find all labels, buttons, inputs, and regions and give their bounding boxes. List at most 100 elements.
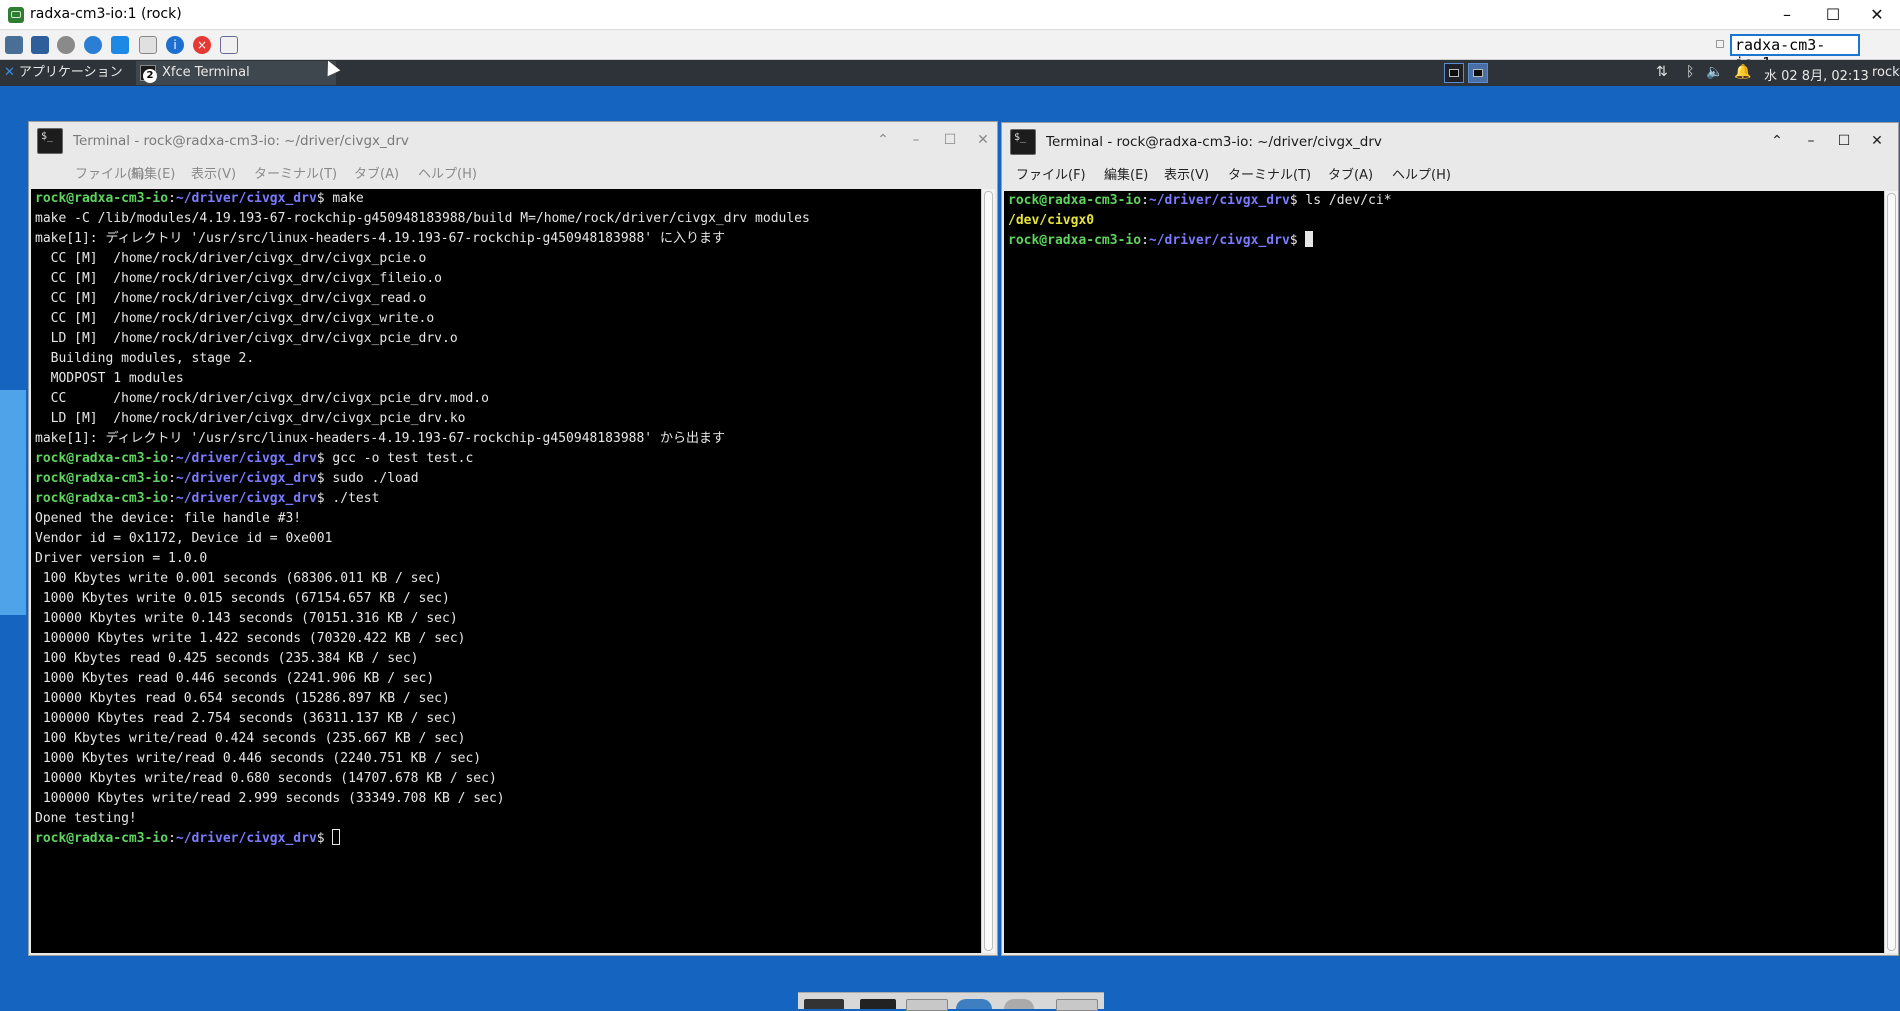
output-text: 100000 Kbytes write 1.422 seconds (70320… xyxy=(35,631,466,646)
terminal-menubar: ファイル(F) 編集(E) 表示(V) ターミナル(T) タブ(A) ヘルプ(H… xyxy=(1002,161,1898,183)
prompt-symbol: $ xyxy=(316,491,325,506)
keyboard-icon[interactable] xyxy=(139,36,157,54)
scrollbar-thumb[interactable] xyxy=(1887,193,1896,951)
terminal-line: make[1]: ディレクトリ '/usr/src/linux-headers-… xyxy=(35,229,981,249)
terminal-window-right[interactable]: $_ Terminal - rock@radxa-cm3-io: ~/drive… xyxy=(1001,122,1899,956)
prompt-symbol: $ xyxy=(316,451,325,466)
menu-view[interactable]: 表示(V) xyxy=(1164,164,1209,183)
command-text: gcc -o test test.c xyxy=(324,451,474,466)
vnc-window-title: radxa-cm3-io:1 (rock) xyxy=(30,6,182,22)
terminal-line: LD [M] /home/rock/driver/civgx_drv/civgx… xyxy=(35,329,981,349)
output-text: Vendor id = 0x1172, Device id = 0xe001 xyxy=(35,531,333,546)
prompt-user: rock@radxa-cm3-io xyxy=(35,491,169,506)
vnc-app-icon xyxy=(8,7,24,23)
bluetooth-icon[interactable]: ᛒ xyxy=(1686,64,1694,80)
workspace-1[interactable] xyxy=(1444,63,1464,83)
terminal-titlebar[interactable]: $_ Terminal - rock@radxa-cm3-io: ~/drive… xyxy=(1002,123,1898,161)
vnc-toolbar: i × xyxy=(0,30,1900,60)
taskbar-item-label: Xfce Terminal xyxy=(162,65,250,80)
close-button[interactable]: ✕ xyxy=(1868,132,1886,150)
output-text: make[1]: ディレクトリ '/usr/src/linux-headers-… xyxy=(35,231,725,246)
notification-bell-icon[interactable]: 🔔 xyxy=(1734,64,1751,80)
terminal-scrollbar[interactable] xyxy=(1884,191,1898,953)
command-text: ls /dev/ci* xyxy=(1297,193,1392,208)
prompt-path: ~/driver/civgx_drv xyxy=(175,191,317,206)
windows-key-icon[interactable] xyxy=(111,36,129,54)
terminal-scrollbar[interactable] xyxy=(981,189,995,953)
network-icon[interactable]: ⇅ xyxy=(1656,64,1668,80)
maximize-button[interactable]: ☐ xyxy=(941,131,959,149)
file-transfer-icon[interactable] xyxy=(220,36,238,54)
menu-tabs[interactable]: タブ(A) xyxy=(1328,164,1373,183)
terminal-title: Terminal - rock@radxa-cm3-io: ~/driver/c… xyxy=(1046,134,1382,150)
prompt-path: ~/driver/civgx_drv xyxy=(175,491,317,506)
info-icon[interactable]: i xyxy=(166,36,184,54)
menu-help[interactable]: ヘルプ(H) xyxy=(418,163,477,182)
dock-file-manager-icon[interactable] xyxy=(906,999,948,1011)
terminal-titlebar[interactable]: $_ Terminal - rock@radxa-cm3-io: ~/drive… xyxy=(29,122,997,160)
terminal-line: 100000 Kbytes read 2.754 seconds (36311.… xyxy=(35,709,981,729)
output-text: 100 Kbytes write/read 0.424 seconds (235… xyxy=(35,731,466,746)
terminal-window-left[interactable]: $_ Terminal - rock@radxa-cm3-io: ~/drive… xyxy=(28,121,998,956)
menu-edit[interactable]: 編集(E) xyxy=(1104,164,1148,183)
terminal-line: rock@radxa-cm3-io:~/driver/civgx_drv$ ./… xyxy=(35,489,981,509)
terminal-line: /dev/civgx0 xyxy=(1008,211,1884,231)
prompt-colon: : xyxy=(1141,193,1149,208)
xfce-logo-icon: ✕ xyxy=(4,65,15,80)
options-icon[interactable] xyxy=(5,36,23,54)
menu-view[interactable]: 表示(V) xyxy=(191,163,236,182)
terminal-line: rock@radxa-cm3-io:~/driver/civgx_drv$ xyxy=(35,829,981,849)
xfce-panel: ✕ アプリケーション Xfce Terminal ⇅ ᛒ 🔈 🔔 水 02 8月,… xyxy=(0,60,1900,86)
terminal-title: Terminal - rock@radxa-cm3-io: ~/driver/c… xyxy=(73,133,409,149)
taskbar-item-terminal[interactable]: Xfce Terminal xyxy=(136,61,336,85)
menu-help[interactable]: ヘルプ(H) xyxy=(1392,164,1451,183)
output-text: Building modules, stage 2. xyxy=(35,351,255,366)
terminal-line: rock@radxa-cm3-io:~/driver/civgx_drv$ xyxy=(1008,231,1884,251)
menu-edit[interactable]: 編集(E) xyxy=(131,163,175,182)
terminal-line: 100 Kbytes read 0.425 seconds (235.384 K… xyxy=(35,649,981,669)
maximize-button[interactable]: ☐ xyxy=(1810,0,1856,30)
terminal-line: rock@radxa-cm3-io:~/driver/civgx_drv$ ls… xyxy=(1008,191,1884,211)
output-text: 1000 Kbytes read 0.446 seconds (2241.906… xyxy=(35,671,435,686)
menu-tabs[interactable]: タブ(A) xyxy=(354,163,399,182)
applications-menu[interactable]: ✕ アプリケーション xyxy=(4,64,123,82)
output-text: CC [M] /home/rock/driver/civgx_drv/civgx… xyxy=(35,311,435,326)
menu-terminal[interactable]: ターミナル(T) xyxy=(1228,164,1311,183)
output-text: Driver version = 1.0.0 xyxy=(35,551,208,566)
dock-folder-icon[interactable] xyxy=(1056,999,1098,1011)
fullscreen-icon[interactable] xyxy=(31,36,49,54)
output-text: 10000 Kbytes read 0.654 seconds (15286.8… xyxy=(35,691,450,706)
menu-file[interactable]: ファイル(F) xyxy=(1016,164,1086,183)
minimize-button[interactable]: – xyxy=(907,131,925,149)
gear-icon[interactable] xyxy=(57,36,75,54)
minimize-button[interactable]: – xyxy=(1802,132,1820,150)
shade-button[interactable]: ⌃ xyxy=(874,131,892,149)
disconnect-icon[interactable]: × xyxy=(193,36,211,54)
minimize-button[interactable]: – xyxy=(1764,0,1810,30)
prompt-path: ~/driver/civgx_drv xyxy=(1148,233,1290,248)
host-input[interactable]: radxa-cm3-io:1 xyxy=(1730,34,1860,72)
terminal-line: 100000 Kbytes write 1.422 seconds (70320… xyxy=(35,629,981,649)
workspace-2[interactable] xyxy=(1468,63,1488,83)
scrollbar-thumb[interactable] xyxy=(984,191,993,951)
command-text: ./test xyxy=(324,491,380,506)
menu-terminal[interactable]: ターミナル(T) xyxy=(254,163,337,182)
maximize-button[interactable]: ☐ xyxy=(1835,132,1853,150)
terminal-line: CC [M] /home/rock/driver/civgx_drv/civgx… xyxy=(35,269,981,289)
refresh-icon[interactable] xyxy=(84,36,102,54)
output-text: LD [M] /home/rock/driver/civgx_drv/civgx… xyxy=(35,411,466,426)
command-text: make xyxy=(324,191,364,206)
output-text: 100 Kbytes read 0.425 seconds (235.384 K… xyxy=(35,651,419,666)
close-button[interactable]: ✕ xyxy=(974,131,992,149)
terminal-output[interactable]: rock@radxa-cm3-io:~/driver/civgx_drv$ ma… xyxy=(31,189,981,953)
prompt-path: ~/driver/civgx_drv xyxy=(175,831,317,846)
prompt-colon: : xyxy=(168,491,176,506)
user-name[interactable]: rock xyxy=(1872,65,1900,80)
shade-button[interactable]: ⌃ xyxy=(1768,132,1786,150)
terminal-line: 100 Kbytes write 0.001 seconds (68306.01… xyxy=(35,569,981,589)
terminal-output[interactable]: rock@radxa-cm3-io:~/driver/civgx_drv$ ls… xyxy=(1004,191,1884,953)
clock[interactable]: 水 02 8月, 02:13 xyxy=(1764,65,1869,84)
terminal-line: 100000 Kbytes write/read 2.999 seconds (… xyxy=(35,789,981,809)
volume-muted-icon[interactable]: 🔈 xyxy=(1706,64,1723,80)
close-button[interactable]: ✕ xyxy=(1854,0,1900,30)
